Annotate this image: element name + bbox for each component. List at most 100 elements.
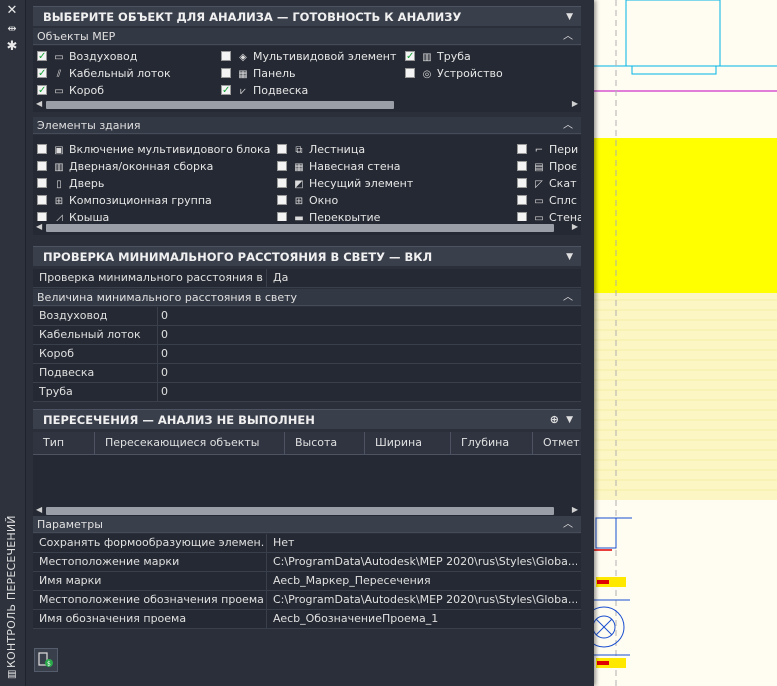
checkbox[interactable] bbox=[517, 144, 527, 154]
param-row[interactable]: Имя марки Aecb_Маркер_Пересечения bbox=[33, 572, 581, 591]
clearance-row-value[interactable]: 0 bbox=[161, 364, 168, 382]
checkbox[interactable] bbox=[277, 178, 287, 188]
clearance-row-value[interactable]: 0 bbox=[161, 345, 168, 363]
scroll-thumb[interactable] bbox=[46, 224, 554, 232]
mep-object-item[interactable]: ⫽ Кабельный лоток bbox=[37, 65, 171, 82]
building-horizontal-scrollbar[interactable]: ◀ ▶ bbox=[33, 221, 581, 235]
building-element-item[interactable]: ▤ Проє bbox=[517, 158, 577, 175]
checkbox[interactable] bbox=[221, 82, 231, 98]
building-element-item[interactable]: ▣ Включение мультивидового блока bbox=[37, 141, 270, 158]
chevron-up-icon[interactable]: ︿ bbox=[563, 289, 573, 306]
clearance-row-value[interactable]: 0 bbox=[161, 307, 168, 325]
checkbox[interactable] bbox=[405, 68, 415, 78]
checkbox[interactable] bbox=[37, 65, 47, 82]
chevron-up-icon[interactable]: ︿ bbox=[563, 117, 573, 134]
checkbox[interactable] bbox=[37, 195, 47, 205]
table-column-header[interactable]: Глубина bbox=[451, 432, 533, 454]
params-header[interactable]: Параметры ︿ bbox=[33, 516, 581, 533]
table-column-header[interactable]: Высота bbox=[285, 432, 365, 454]
clearance-values-header[interactable]: Величина минимального расстояния в свету… bbox=[33, 289, 581, 306]
param-row[interactable]: Сохранять формообразующие элемен... Нет bbox=[33, 534, 581, 553]
clearance-row-value[interactable]: 0 bbox=[161, 326, 168, 344]
checkbox[interactable] bbox=[517, 178, 527, 188]
zoom-icon[interactable]: ⊕ bbox=[550, 410, 559, 430]
checkbox[interactable] bbox=[277, 144, 287, 154]
param-row[interactable]: Местоположение обозначения проема C:\Prog… bbox=[33, 591, 581, 610]
checkbox[interactable] bbox=[37, 82, 47, 98]
building-element-item[interactable]: ▬ Перекрытие bbox=[277, 209, 380, 221]
clearance-row[interactable]: Короб 0 bbox=[33, 345, 581, 364]
param-value[interactable]: Aecb_Маркер_Пересечения bbox=[273, 572, 577, 590]
section-interferences-header[interactable]: ПЕРЕСЕЧЕНИЯ — АНАЛИЗ НЕ ВЫПОЛНЕН ⊕ ▼ bbox=[33, 409, 581, 429]
mep-object-item[interactable]: ▥ Труба bbox=[405, 48, 471, 65]
scroll-left-icon[interactable]: ◀ bbox=[36, 222, 42, 231]
building-element-item[interactable]: ◩ Несущий элемент bbox=[277, 175, 413, 192]
building-element-item[interactable]: ⌐ Пери bbox=[517, 141, 578, 158]
clearance-row[interactable]: Труба 0 bbox=[33, 383, 581, 402]
chevron-down-icon[interactable]: ▼ bbox=[566, 410, 573, 430]
scroll-right-icon[interactable]: ▶ bbox=[572, 505, 578, 514]
clearance-check-value[interactable]: Да bbox=[273, 269, 577, 287]
settings-icon[interactable]: ✱ bbox=[3, 40, 21, 54]
chevron-up-icon[interactable]: ︿ bbox=[563, 28, 573, 45]
checkbox[interactable] bbox=[517, 161, 527, 171]
mep-object-item[interactable]: ◎ Устройство bbox=[405, 65, 503, 82]
building-element-item[interactable]: ⊞ Окно bbox=[277, 192, 338, 209]
pin-icon[interactable]: ⇹ bbox=[3, 22, 21, 36]
section-select-objects-header[interactable]: ВЫБЕРИТЕ ОБЪЕКТ ДЛЯ АНАЛИЗА — ГОТОВНОСТЬ… bbox=[33, 6, 581, 26]
checkbox[interactable] bbox=[37, 161, 47, 171]
checkbox[interactable] bbox=[405, 48, 415, 65]
mep-objects-header[interactable]: Объекты MEP ︿ bbox=[33, 28, 581, 45]
scroll-thumb[interactable] bbox=[46, 507, 554, 515]
mep-object-item[interactable]: ▦ Панель bbox=[221, 65, 296, 82]
checkbox[interactable] bbox=[37, 48, 47, 65]
building-element-item[interactable]: ⊞ Композиционная группа bbox=[37, 192, 212, 209]
checkbox[interactable] bbox=[37, 212, 47, 221]
building-element-item[interactable]: ◸ Скат bbox=[517, 175, 576, 192]
clearance-row[interactable]: Воздуховод 0 bbox=[33, 307, 581, 326]
checkbox[interactable] bbox=[277, 161, 287, 171]
clearance-row-value[interactable]: 0 bbox=[161, 383, 168, 401]
scroll-right-icon[interactable]: ▶ bbox=[572, 222, 578, 231]
param-value[interactable]: C:\ProgramData\Autodesk\MEP 2020\rus\Sty… bbox=[273, 591, 577, 609]
mep-object-item[interactable]: ⩗ Подвеска bbox=[221, 82, 308, 98]
building-element-item[interactable]: ⧉ Лестница bbox=[277, 141, 365, 158]
building-element-item[interactable]: ▯ Дверь bbox=[37, 175, 104, 192]
run-analysis-button[interactable]: $ bbox=[34, 648, 58, 672]
palette-menu-icon[interactable]: ▤ bbox=[3, 668, 21, 682]
checkbox[interactable] bbox=[37, 144, 47, 154]
building-element-item[interactable]: ▭ Стена bbox=[517, 209, 581, 221]
checkbox[interactable] bbox=[517, 212, 527, 221]
building-element-item[interactable]: ◿ Крыша bbox=[37, 209, 109, 221]
checkbox[interactable] bbox=[277, 212, 287, 221]
scroll-left-icon[interactable]: ◀ bbox=[36, 505, 42, 514]
chevron-up-icon[interactable]: ︿ bbox=[563, 516, 573, 533]
scroll-left-icon[interactable]: ◀ bbox=[36, 99, 42, 108]
scroll-thumb[interactable] bbox=[46, 101, 394, 109]
checkbox[interactable] bbox=[517, 195, 527, 205]
table-column-header[interactable]: Отмет bbox=[533, 432, 581, 454]
table-column-header[interactable]: Пересекающиеся объекты bbox=[95, 432, 285, 454]
checkbox[interactable] bbox=[221, 68, 231, 78]
building-element-item[interactable]: ▦ Навесная стена bbox=[277, 158, 401, 175]
param-row[interactable]: Местоположение марки C:\ProgramData\Autod… bbox=[33, 553, 581, 572]
scroll-right-icon[interactable]: ▶ bbox=[572, 99, 578, 108]
param-row[interactable]: Имя обозначения проема Aecb_ОбозначениеПр… bbox=[33, 610, 581, 629]
building-element-item[interactable]: ▥ Дверная/оконная сборка bbox=[37, 158, 213, 175]
clearance-row[interactable]: Кабельный лоток 0 bbox=[33, 326, 581, 345]
param-value[interactable]: Нет bbox=[273, 534, 577, 552]
close-icon[interactable]: ✕ bbox=[3, 4, 21, 18]
checkbox[interactable] bbox=[277, 195, 287, 205]
chevron-down-icon[interactable]: ▼ bbox=[566, 7, 573, 27]
table-column-header[interactable]: Ширина bbox=[365, 432, 451, 454]
mep-object-item[interactable]: ◈ Мультивидовой элемент bbox=[221, 48, 396, 65]
chevron-down-icon[interactable]: ▼ bbox=[566, 247, 573, 267]
mep-horizontal-scrollbar[interactable]: ◀ ▶ bbox=[33, 98, 581, 112]
mep-object-item[interactable]: ▭ Короб bbox=[37, 82, 104, 98]
table-column-header[interactable]: Тип bbox=[33, 432, 95, 454]
building-elements-header[interactable]: Элементы здания ︿ bbox=[33, 117, 581, 134]
section-clearance-header[interactable]: ПРОВЕРКА МИНИМАЛЬНОГО РАССТОЯНИЯ В СВЕТУ… bbox=[33, 246, 581, 266]
clearance-row[interactable]: Подвеска 0 bbox=[33, 364, 581, 383]
param-value[interactable]: C:\ProgramData\Autodesk\MEP 2020\rus\Sty… bbox=[273, 553, 577, 571]
checkbox[interactable] bbox=[221, 51, 231, 61]
